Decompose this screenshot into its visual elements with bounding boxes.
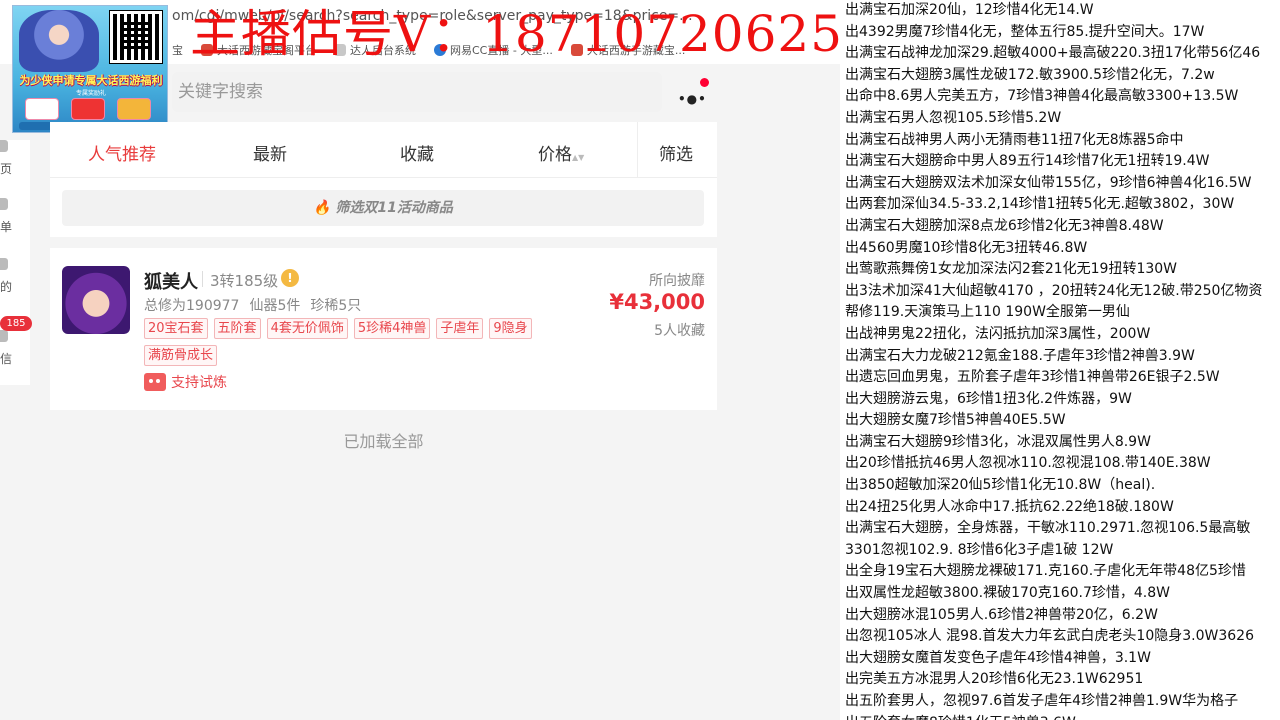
nav-home[interactable]: 页: [0, 140, 30, 180]
offers-list: 出满宝石加深20仙，12珍惜4化无14.W 出4392男魔7珍惜4化无，整体五行8…: [840, 0, 1280, 720]
browser-pane: om/cgi/mweb/pl/search?search_type=role&s…: [0, 0, 840, 720]
offer-line: 出4392男魔7珍惜4化无，整体五行85.提升空间大。17W: [845, 23, 1205, 40]
tab-popular[interactable]: 人气推荐: [88, 140, 156, 165]
offer-line: 出遗忘回血男鬼，五阶套子虐年3珍惜1神兽带26E银子2.5W: [845, 369, 1220, 386]
tag-list: 20宝石套 五阶套 4套无价佩饰 5珍稀4神兽 子虐年 9隐身 满筋骨成长: [144, 318, 594, 366]
tag: 5珍稀4神兽: [353, 318, 431, 339]
offer-line: 出满宝石加深20仙，12珍惜4化无14.W: [845, 2, 1094, 18]
offer-line: 出满宝石大翅膀，全身炼器，干敏冰110.2971.忽视106.5最高敏: [845, 520, 1251, 537]
search-box: [172, 72, 662, 112]
offer-line: 出满宝石大翅膀加深8点龙6珍惜2化无3神兽8.48W: [845, 217, 1164, 234]
tag: 9隐身: [489, 318, 532, 339]
sort-tabs: 人气推荐 最新 收藏 价格▲▼ 筛选: [50, 122, 717, 178]
offers-panel: 出满宝石加深20仙，12珍惜4化无14.W 出4392男魔7珍惜4化无，整体五行8…: [840, 0, 1280, 720]
streamer-watermark: 主播估号V：18710720625: [190, 5, 840, 63]
sort-icon: ▲▼: [572, 153, 585, 162]
offer-line: 出五阶套男人，忽视97.6首发子虐年4珍惜2神兽1.9W华为格子: [845, 693, 1239, 709]
stat-rare-pets: 珍稀5只: [310, 298, 362, 314]
seller-name: 所向披靡: [649, 273, 705, 289]
message-icon: [0, 330, 8, 342]
offer-line: 出命中8.6男人完美五方，7珍惜3神兽4化最高敏3300+13.5W: [845, 88, 1239, 105]
offer-line: 出大翅膀女魔7珍惜5神兽40E5.5W: [845, 412, 1066, 429]
nav-orders[interactable]: 单: [0, 198, 30, 238]
message-count-badge: 185: [0, 316, 32, 331]
nav-messages[interactable]: 信: [0, 330, 30, 370]
offer-line: 出20珍惜抵抗46男人忽视冰110.忽视混108.带140E.38W: [845, 455, 1211, 472]
offer-line: 出忽视105冰人 混98.首发大力年玄武白虎老头10隐身3.0W3626: [845, 628, 1254, 645]
search-input[interactable]: [172, 72, 662, 112]
user-icon: [0, 258, 8, 270]
listing-header: 人气推荐 最新 收藏 价格▲▼ 筛选 🔥 筛选双11活动商品: [50, 122, 717, 237]
offer-line: 帮修119.天演策马上110 190W全服第一男仙: [845, 304, 1130, 321]
warning-icon[interactable]: !: [281, 269, 299, 287]
character-stats: 总修为190977 仙器5件 珍稀5只: [144, 295, 371, 315]
offer-line: 出3850超敏加深20仙5珍惜1化无10.8W（heal).: [845, 477, 1156, 494]
nav-mine[interactable]: 的: [0, 258, 30, 298]
tag: 子虐年: [436, 318, 484, 339]
offer-line: 出满宝石大翅膀命中男人89五行14珍惜7化无1扭转19.4W: [845, 153, 1210, 170]
trial-badge: 支持试炼: [144, 372, 227, 392]
offer-line: 出满宝石男人忽视105.5珍惜5.2W: [845, 109, 1062, 126]
offer-line: 出满宝石大翅膀9珍惜3化，冰混双属性男人8.9W: [845, 433, 1151, 450]
offer-line: 出24扭25化男人冰命中17.抵抗62.22绝18破.180W: [845, 498, 1174, 515]
gift-item: [71, 98, 105, 120]
promo-title: 为少侠申请专属大话西游福利: [19, 74, 163, 87]
tab-price[interactable]: 价格▲▼: [538, 140, 584, 165]
offer-line: 出4560男魔10珍惜8化无3扭转46.8W: [845, 239, 1088, 256]
tag: 20宝石套: [144, 318, 208, 339]
tag: 满筋骨成长: [144, 345, 218, 366]
offer-line: 出五阶套女魔8珍惜1化无5神兽3.6W: [840, 713, 1280, 720]
offer-line: 出满宝石大翅膀3属性龙破172.敏3900.5珍惜2化无，7.2w: [845, 66, 1215, 83]
offer-line: 出大翅膀冰混105男人.6珍惜2神兽带20亿，6.2W: [845, 606, 1158, 623]
listing-card[interactable]: 狐美人 3转185级 ! 总修为190977 仙器5件 珍稀5只 20宝石套 五阶套…: [50, 248, 717, 410]
gift-item: [25, 98, 59, 120]
promo-subtitle: 专属奖励礼: [75, 90, 106, 97]
tab-filter[interactable]: 筛选: [659, 140, 693, 165]
tab-favorites[interactable]: 收藏: [400, 140, 434, 165]
offer-line: 出莺歌燕舞傍1女龙加深法闪2套21化无19扭转130W: [845, 261, 1178, 278]
offer-line: 出全身19宝石大翅膀龙裸破171.克160.子虐化无年带48亿5珍惜: [845, 563, 1246, 580]
offer-line: 3301忽视102.9. 8珍惜6化3子虐1破 12W: [845, 541, 1114, 558]
offer-line: 出大翅膀游云鬼，6珍惜1扭3化.2件炼器，9W: [845, 390, 1132, 407]
offer-line: 出3法术加深41大仙超敏4170 ，20扭转24化无12破.带250亿物资: [845, 282, 1263, 299]
activity-filter-button[interactable]: 🔥 筛选双11活动商品: [62, 190, 704, 226]
offer-line: 出大翅膀女魔首发变色子虐年4珍惜4神兽，3.1W: [845, 649, 1151, 666]
tag: 4套无价佩饰: [266, 318, 348, 339]
character-art: [19, 10, 99, 72]
promo-items: [25, 98, 151, 120]
qr-code: [109, 10, 163, 64]
trial-icon: [144, 373, 166, 391]
promo-banner[interactable]: 为少侠申请专属大话西游福利 专属奖励礼: [12, 5, 168, 133]
gift-item: [117, 98, 151, 120]
divider: [637, 122, 638, 178]
more-icon: •●•: [678, 92, 707, 106]
more-menu-button[interactable]: •●•: [674, 78, 714, 108]
offer-line: 出完美五方冰混男人20珍惜6化无23.1W62951: [845, 671, 1144, 688]
offer-line: 出双属性龙超敏3800.裸破170克160.7珍惜，4.8W: [845, 585, 1170, 602]
favorite-count: 5人收藏: [654, 323, 705, 339]
divider: [202, 271, 203, 287]
character-name: 狐美人: [144, 272, 198, 293]
character-avatar: [62, 266, 130, 334]
order-icon: [0, 198, 8, 210]
character-level: 3转185级: [210, 272, 279, 290]
notification-dot: [700, 78, 709, 87]
tag: 五阶套: [213, 318, 261, 339]
stat-artifacts: 仙器5件: [249, 298, 301, 314]
offer-line: 出满宝石战神龙加深29.超敏4000+最高破220.3扭17化带56亿46: [845, 45, 1261, 62]
offer-line: 出战神男鬼22扭化，法闪抵抗加深3属性，200W: [845, 325, 1151, 342]
offer-line: 出满宝石战神男人两小无猜雨巷11扭7化无8炼器5命中: [845, 131, 1184, 148]
tab-price-label: 价格: [538, 145, 572, 165]
home-icon: [0, 140, 8, 152]
stat-cultivation: 总修为190977: [144, 298, 240, 314]
listing-price: ¥43,000: [609, 290, 705, 314]
offer-line: 出满宝石大翅膀双法术加深女仙带155亿，9珍惜6神兽4化16.5W: [845, 174, 1252, 191]
offer-line: 出两套加深仙34.5-33.2,14珍惜1扭转5化无.超敏3802，30W: [845, 196, 1235, 213]
end-of-list-text: 已加载全部: [343, 432, 424, 451]
side-nav: 页 单 的 信: [0, 140, 30, 385]
offer-line: 出满宝石大力龙破212氪金188.子虐年3珍惜2神兽3.9W: [845, 347, 1195, 364]
tab-latest[interactable]: 最新: [253, 140, 287, 165]
trial-label: 支持试炼: [171, 375, 227, 391]
bookmark-item[interactable]: 宝: [172, 42, 183, 58]
